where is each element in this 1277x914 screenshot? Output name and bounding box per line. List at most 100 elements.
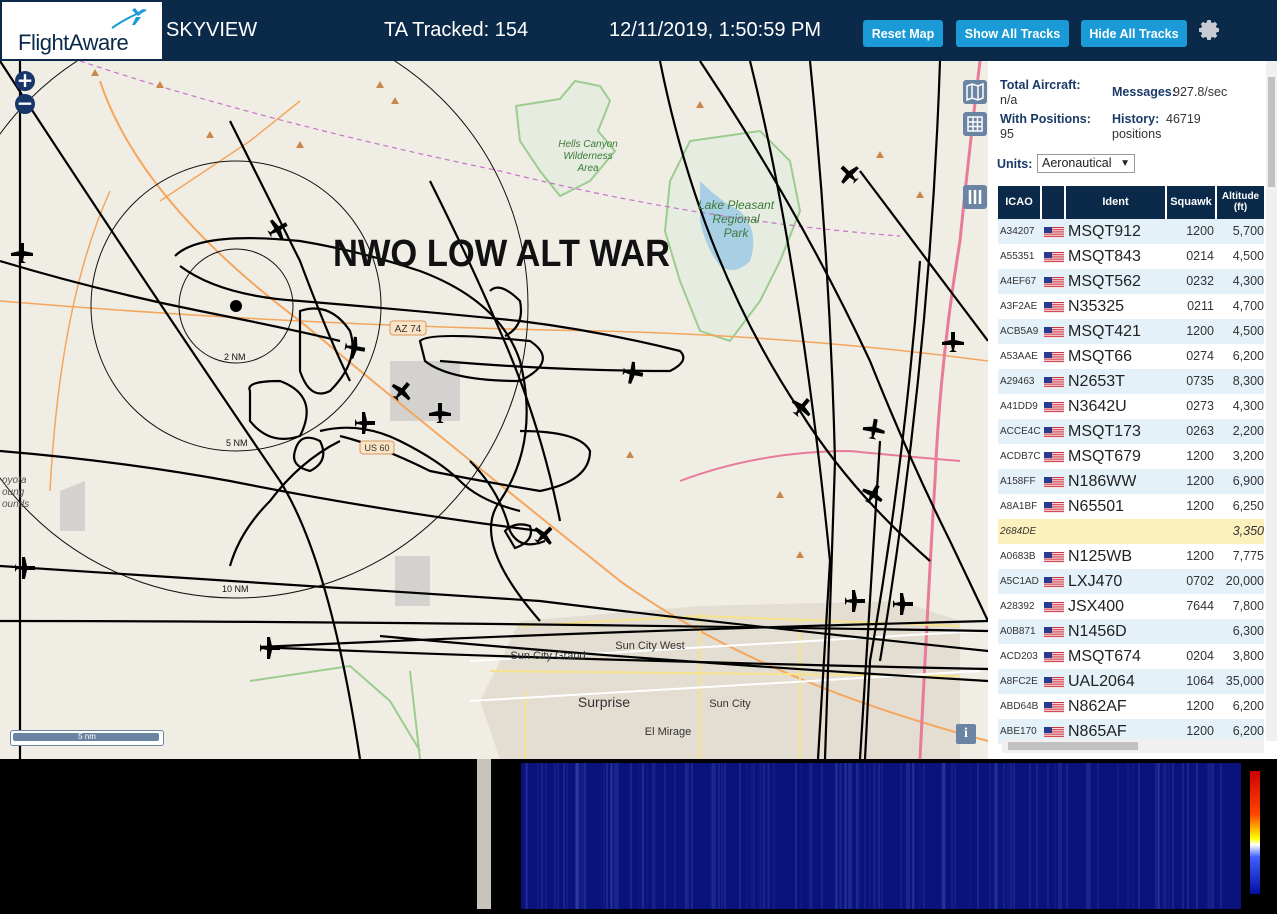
icao-cell: ABD64B bbox=[1000, 701, 1039, 712]
table-row[interactable]: ABD64B N862AF 1200 6,200 bbox=[998, 694, 1264, 719]
map-layers-button[interactable] bbox=[963, 80, 987, 104]
table-header: ICAO Ident Squawk Altitude (ft) bbox=[998, 186, 1264, 219]
horizontal-scrollbar[interactable] bbox=[1002, 739, 1264, 753]
icao-cell: A29463 bbox=[1000, 376, 1035, 387]
park-label-3: Park bbox=[724, 226, 750, 240]
coyote-label-2: oung bbox=[2, 487, 25, 498]
hide-all-tracks-button[interactable]: Hide All Tracks bbox=[1081, 20, 1187, 47]
flightaware-logo[interactable]: FlightAware bbox=[2, 2, 162, 59]
squawk-cell: 1200 bbox=[1186, 224, 1214, 238]
table-row[interactable]: 2684DE 3,350 bbox=[998, 519, 1264, 544]
us-flag-icon bbox=[1044, 227, 1064, 238]
squawk-cell bbox=[1168, 519, 1214, 544]
table-row[interactable]: A0B871 N1456D 6,300 bbox=[998, 619, 1264, 644]
zoom-out-button[interactable]: − bbox=[15, 93, 35, 114]
ident-cell: MSQT912 bbox=[1068, 223, 1141, 240]
table-row[interactable]: A41DD9 N3642U 0273 4,300 bbox=[998, 394, 1264, 419]
table-row[interactable]: A29463 N2653T 0735 8,300 bbox=[998, 369, 1264, 394]
table-row[interactable]: A55351 MSQT843 0214 4,500 bbox=[998, 244, 1264, 269]
messages-label: Messages: bbox=[1112, 85, 1176, 99]
units-select[interactable]: Aeronautical ▼ bbox=[1037, 154, 1135, 173]
column-header-flag[interactable] bbox=[1042, 186, 1066, 219]
table-row[interactable]: A158FF N186WW 1200 6,900 bbox=[998, 469, 1264, 494]
gray-blocks bbox=[60, 361, 460, 606]
us-flag-icon bbox=[1044, 452, 1064, 463]
icao-cell: ACD203 bbox=[1000, 651, 1038, 662]
chevron-down-icon: ▼ bbox=[1120, 158, 1130, 169]
table-row[interactable]: ACCE4C MSQT173 0263 2,200 bbox=[998, 419, 1264, 444]
map-info-button[interactable]: i bbox=[956, 724, 976, 744]
table-row[interactable]: A5C1AD LXJ470 0702 20,000 bbox=[998, 569, 1264, 594]
table-row[interactable]: A34207 MSQT912 1200 5,700 bbox=[998, 219, 1264, 244]
us-flag-icon bbox=[1044, 627, 1064, 638]
ident-cell: UAL2064 bbox=[1068, 673, 1135, 690]
map-view[interactable]: NWO LOW ALT WAR 2 NM 5 NM 10 NM Hells Ca… bbox=[0, 61, 988, 759]
top-bar: FlightAware SKYVIEW TA Tracked: 154 12/1… bbox=[0, 0, 1277, 62]
history-unit: positions bbox=[1112, 127, 1162, 141]
ident-cell: N125WB bbox=[1068, 548, 1133, 565]
column-header-icao[interactable]: ICAO bbox=[998, 186, 1042, 219]
squawk-cell: 1200 bbox=[1186, 499, 1214, 513]
table-row[interactable]: ACB5A9 MSQT421 1200 4,500 bbox=[998, 319, 1264, 344]
table-row[interactable]: A8A1BF N65501 1200 6,250 bbox=[998, 494, 1264, 519]
altitude-cell: 3,350 bbox=[1232, 524, 1264, 538]
ring-label-2nm: 2 NM bbox=[224, 352, 246, 362]
ident-cell: N186WW bbox=[1068, 473, 1137, 490]
altitude-cell: 7,800 bbox=[1232, 599, 1264, 613]
table-row[interactable]: A3F2AE N35325 0211 4,700 bbox=[998, 294, 1264, 319]
aircraft-sidebar: Total Aircraft: n/a With Positions: 95 M… bbox=[988, 61, 1277, 759]
table-row[interactable]: ACDB7C MSQT679 1200 3,200 bbox=[998, 444, 1264, 469]
vertical-scrollbar[interactable] bbox=[1266, 61, 1277, 741]
ident-cell: N1456D bbox=[1068, 623, 1127, 640]
table-row[interactable]: ACD203 MSQT674 0204 3,800 bbox=[998, 644, 1264, 669]
squawk-cell: 0214 bbox=[1186, 249, 1214, 263]
green-boundary bbox=[249, 664, 421, 759]
table-row[interactable]: A8FC2E UAL2064 1064 35,000 bbox=[998, 669, 1264, 694]
table-row[interactable]: A53AAE MSQT66 0274 6,200 bbox=[998, 344, 1264, 369]
park-label-1: Lake Pleasant bbox=[698, 198, 775, 212]
table-row[interactable]: A28392 JSX400 7644 7,800 bbox=[998, 594, 1264, 619]
altitude-cell: 3,200 bbox=[1232, 449, 1264, 463]
us-flag-icon bbox=[1044, 427, 1064, 438]
squawk-cell: 0735 bbox=[1186, 374, 1214, 388]
gear-icon[interactable] bbox=[1198, 18, 1222, 42]
vertical-scroll-thumb[interactable] bbox=[1268, 77, 1275, 187]
column-header-ident[interactable]: Ident bbox=[1066, 186, 1167, 219]
plane-logo-icon bbox=[111, 8, 147, 29]
squawk-cell: 0274 bbox=[1186, 349, 1214, 363]
panel-divider[interactable] bbox=[477, 759, 491, 909]
aircraft-table: ICAO Ident Squawk Altitude (ft) A34207 MS… bbox=[998, 186, 1264, 744]
highway-74 bbox=[0, 300, 988, 362]
us-flag-icon bbox=[1044, 677, 1064, 688]
squawk-cell: 1200 bbox=[1186, 324, 1214, 338]
table-row[interactable]: A4EF67 MSQT562 0232 4,300 bbox=[998, 269, 1264, 294]
total-aircraft-value: n/a bbox=[1000, 93, 1018, 107]
sidebar-toggle-button[interactable] bbox=[963, 185, 987, 209]
show-all-tracks-button[interactable]: Show All Tracks bbox=[956, 20, 1069, 47]
ring-label-5nm: 5 NM bbox=[226, 438, 248, 448]
reset-map-button[interactable]: Reset Map bbox=[863, 20, 943, 47]
column-header-squawk[interactable]: Squawk bbox=[1167, 186, 1217, 219]
us-flag-icon bbox=[1044, 577, 1064, 588]
history-label: History: bbox=[1112, 112, 1160, 126]
ident-cell: N862AF bbox=[1068, 698, 1127, 715]
column-header-altitude[interactable]: Altitude (ft) bbox=[1217, 186, 1264, 219]
columns-icon bbox=[968, 190, 982, 204]
squawk-cell: 7644 bbox=[1186, 599, 1214, 613]
icao-cell: A41DD9 bbox=[1000, 401, 1038, 412]
ident-cell: N35325 bbox=[1068, 298, 1125, 315]
horizontal-scroll-thumb[interactable] bbox=[1008, 742, 1138, 750]
grid-toggle-button[interactable] bbox=[963, 112, 987, 136]
zoom-in-button[interactable]: + bbox=[15, 70, 35, 91]
sun-city-grand-label: Sun City Grand bbox=[510, 650, 585, 662]
altitude-cell: 3,800 bbox=[1232, 649, 1264, 663]
altitude-cell: 2,200 bbox=[1232, 424, 1264, 438]
altitude-cell: 6,200 bbox=[1232, 699, 1264, 713]
us-flag-icon bbox=[1044, 727, 1064, 738]
scale-bar: 5 nm bbox=[10, 730, 164, 746]
icao-cell: A158FF bbox=[1000, 476, 1036, 487]
squawk-cell: 1064 bbox=[1186, 674, 1214, 688]
history-value: 46719 bbox=[1166, 112, 1201, 126]
table-row[interactable]: A0683B N125WB 1200 7,775 bbox=[998, 544, 1264, 569]
app-title: SKYVIEW bbox=[166, 19, 258, 41]
